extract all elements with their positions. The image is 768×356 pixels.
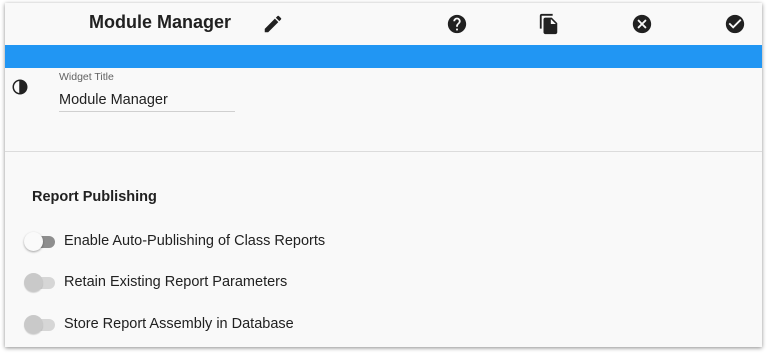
- help-circle-icon[interactable]: [446, 13, 468, 35]
- widget-title-input[interactable]: [59, 89, 235, 112]
- copy-icon[interactable]: [538, 13, 560, 35]
- section-divider: [5, 151, 762, 152]
- page-title: Module Manager: [89, 12, 232, 32]
- store-assembly-label: Store Report Assembly in Database: [64, 316, 294, 332]
- accent-bar: [5, 45, 762, 68]
- close-circle-icon[interactable]: [631, 13, 653, 35]
- widget-settings-panel: Module Manager Widget Title Report Publi…: [5, 3, 762, 347]
- auto-publishing-toggle[interactable]: [24, 232, 56, 252]
- store-assembly-toggle[interactable]: [24, 315, 56, 335]
- retain-parameters-toggle[interactable]: [24, 273, 56, 293]
- widget-title-label: Widget Title: [59, 71, 114, 83]
- contrast-icon[interactable]: [11, 78, 29, 96]
- retain-parameters-label: Retain Existing Report Parameters: [64, 274, 288, 290]
- check-circle-icon[interactable]: [724, 13, 746, 35]
- pencil-icon[interactable]: [262, 13, 284, 35]
- panel-header: Module Manager: [5, 3, 762, 45]
- report-publishing-heading: Report Publishing: [32, 189, 157, 205]
- auto-publishing-label: Enable Auto-Publishing of Class Reports: [64, 233, 326, 249]
